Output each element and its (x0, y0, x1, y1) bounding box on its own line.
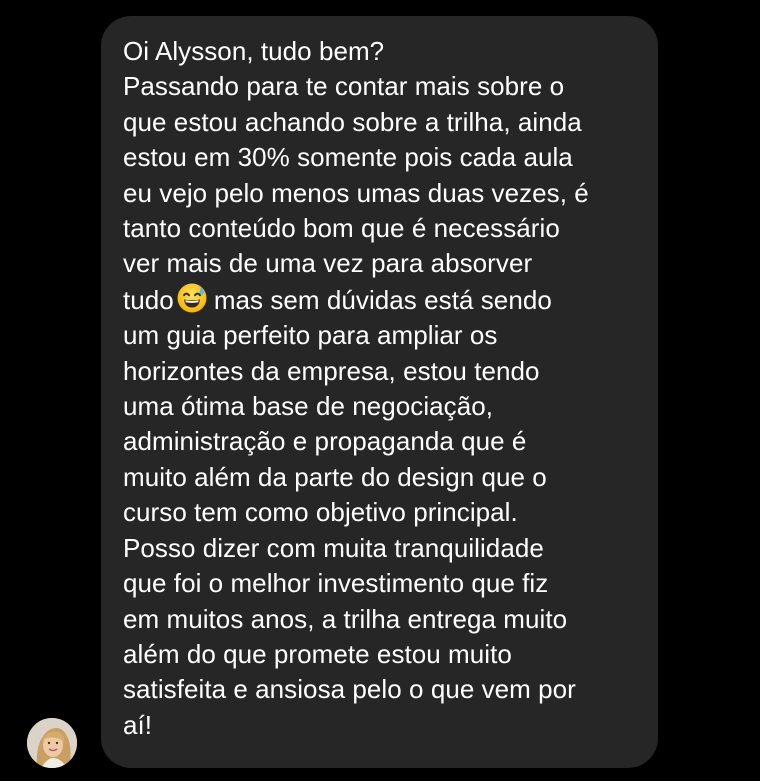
message-line: além do que promete estou muito (123, 638, 512, 669)
message-line: aí! (123, 709, 153, 740)
message-text: mas sem dúvidas está sendo (213, 284, 552, 315)
profile-photo-avatar (27, 718, 77, 768)
message-line: ver mais de uma vez para absorver (123, 248, 533, 279)
message-bubble[interactable]: Oi Alysson, tudo bem? Passando para te c… (101, 16, 658, 768)
message-text: tudo (123, 284, 174, 315)
message-line: estou em 30% somente pois cada aula (123, 142, 573, 173)
message-line: horizontes da empresa, estou tendo (123, 355, 540, 386)
message-line: que estou achando sobre a trilha, ainda (123, 106, 582, 137)
message-line: eu vejo pelo menos umas duas vezes, é (123, 177, 589, 208)
message-line: um guia perfeito para ampliar os (123, 320, 498, 351)
grinning-face-with-sweat-emoji (176, 282, 208, 314)
sender-avatar[interactable] (27, 718, 77, 768)
message-line: tanto conteúdo bom que é necessário (123, 213, 560, 244)
message-line-with-emoji: tudo mas sem dúvidas está sendo (123, 282, 638, 318)
message-line: satisfeita e ansiosa pelo o que vem por (123, 674, 576, 705)
message-line: curso tem como objetivo principal. (123, 497, 518, 528)
message-line: Passando para te contar mais sobre o (123, 71, 565, 102)
message-line: em muitos anos, a trilha entrega muito (123, 603, 568, 634)
message-line: uma ótima base de negociação, (123, 391, 494, 422)
message-line: que foi o melhor investimento que fiz (123, 568, 549, 599)
message-line: administração e propaganda que é (123, 426, 527, 457)
message-line: Oi Alysson, tudo bem? (123, 36, 385, 66)
message-line: Posso dizer com muita tranquilidade (123, 532, 544, 563)
message-line: muito além da parte do design que o (123, 461, 547, 492)
